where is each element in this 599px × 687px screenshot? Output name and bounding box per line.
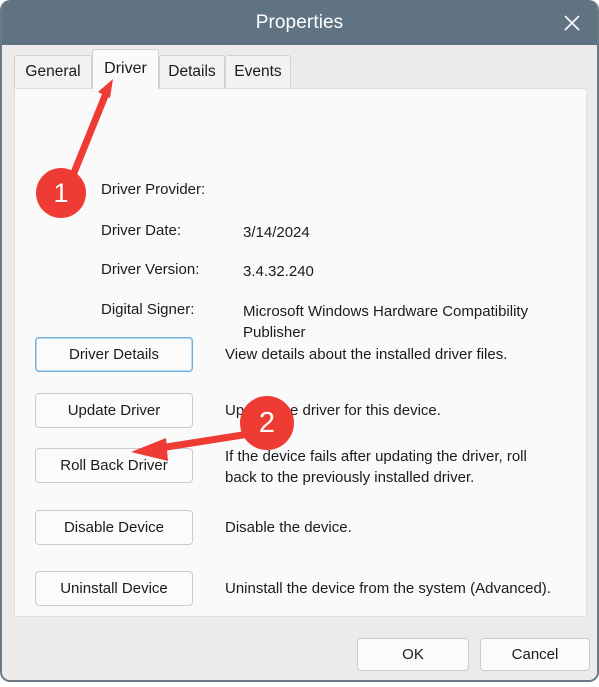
driver-tab-panel: Driver Provider: Driver Date: 3/14/2024 … — [14, 88, 587, 617]
digital-signer-label: Digital Signer: — [101, 301, 195, 318]
dialog-footer: OK Cancel — [2, 617, 597, 680]
driver-version-label: Driver Version: — [101, 261, 200, 278]
driver-provider-label: Driver Provider: — [101, 181, 206, 198]
uninstall-device-button[interactable]: Uninstall Device — [35, 571, 193, 606]
driver-date-label: Driver Date: — [101, 222, 182, 239]
roll-back-driver-description: If the device fails after updating the d… — [225, 448, 527, 486]
tab-driver[interactable]: Driver — [92, 49, 159, 89]
cancel-button[interactable]: Cancel — [480, 638, 590, 671]
driver-date-value: 3/14/2024 — [243, 224, 310, 241]
update-driver-button[interactable]: Update Driver — [35, 393, 193, 428]
window-title: Properties — [255, 12, 344, 33]
close-icon[interactable] — [555, 6, 589, 38]
uninstall-device-description: Uninstall the device from the system (Ad… — [225, 580, 551, 597]
driver-version-value: 3.4.32.240 — [243, 263, 314, 280]
disable-device-button[interactable]: Disable Device — [35, 510, 193, 545]
tab-events[interactable]: Events — [225, 55, 291, 89]
update-driver-description: Update the driver for this device. — [225, 402, 441, 419]
digital-signer-value: Microsoft Windows Hardware Compatibility… — [243, 303, 529, 341]
properties-dialog: Properties General Driver Details Events… — [0, 0, 599, 682]
tab-strip: General Driver Details Events — [2, 45, 597, 89]
tab-details[interactable]: Details — [159, 55, 225, 89]
roll-back-driver-button[interactable]: Roll Back Driver — [35, 448, 193, 483]
disable-device-description: Disable the device. — [225, 519, 352, 536]
ok-button[interactable]: OK — [357, 638, 469, 671]
driver-details-description: View details about the installed driver … — [225, 346, 508, 363]
title-bar: Properties — [2, 0, 597, 45]
tab-general[interactable]: General — [14, 55, 92, 89]
driver-details-button[interactable]: Driver Details — [35, 337, 193, 372]
